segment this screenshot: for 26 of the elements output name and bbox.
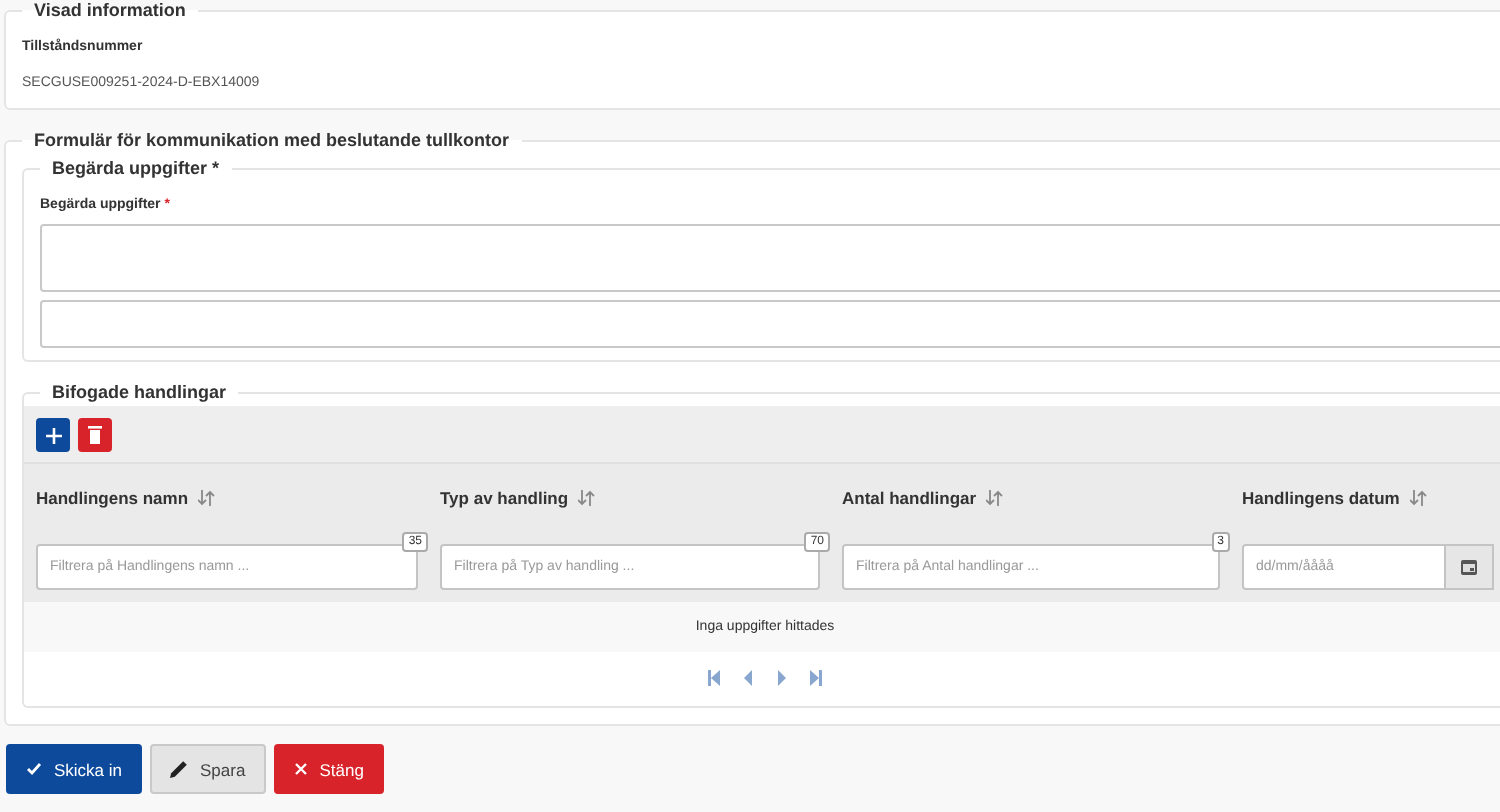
trash-icon [88, 426, 102, 444]
sort-icon[interactable] [578, 490, 597, 506]
add-button[interactable] [36, 418, 70, 452]
sort-icon[interactable] [986, 490, 1005, 506]
column-header[interactable]: Antal handlingar [842, 488, 977, 508]
section-title: Visad information [32, 0, 188, 20]
close-icon [293, 762, 308, 776]
input-field[interactable] [40, 300, 1500, 348]
section-title: Formulär för kommunikation med beslutande tullkontor [32, 130, 512, 150]
sort-icon[interactable] [1409, 490, 1428, 506]
sort-icon[interactable] [198, 490, 217, 506]
save-button[interactable]: Spara [150, 744, 266, 794]
close-button[interactable]: Stäng [273, 744, 384, 794]
column-header[interactable]: Typ av handling [440, 488, 569, 508]
calendar-icon [1460, 558, 1478, 576]
calendar-button[interactable] [1446, 544, 1494, 590]
section-title: Begärda uppgifter * [50, 158, 222, 178]
plus-icon [45, 427, 61, 443]
text-area[interactable] [40, 224, 1500, 292]
delete-button[interactable] [78, 418, 112, 452]
submit-button[interactable]: Skicka in [6, 744, 143, 794]
check-icon [26, 762, 42, 776]
pencil-icon [170, 760, 189, 778]
column-header[interactable]: Handlingens namn [36, 488, 189, 508]
section-title: Bifogade handlingar [50, 382, 229, 402]
column-header[interactable]: Handlingens datum [1242, 488, 1400, 508]
